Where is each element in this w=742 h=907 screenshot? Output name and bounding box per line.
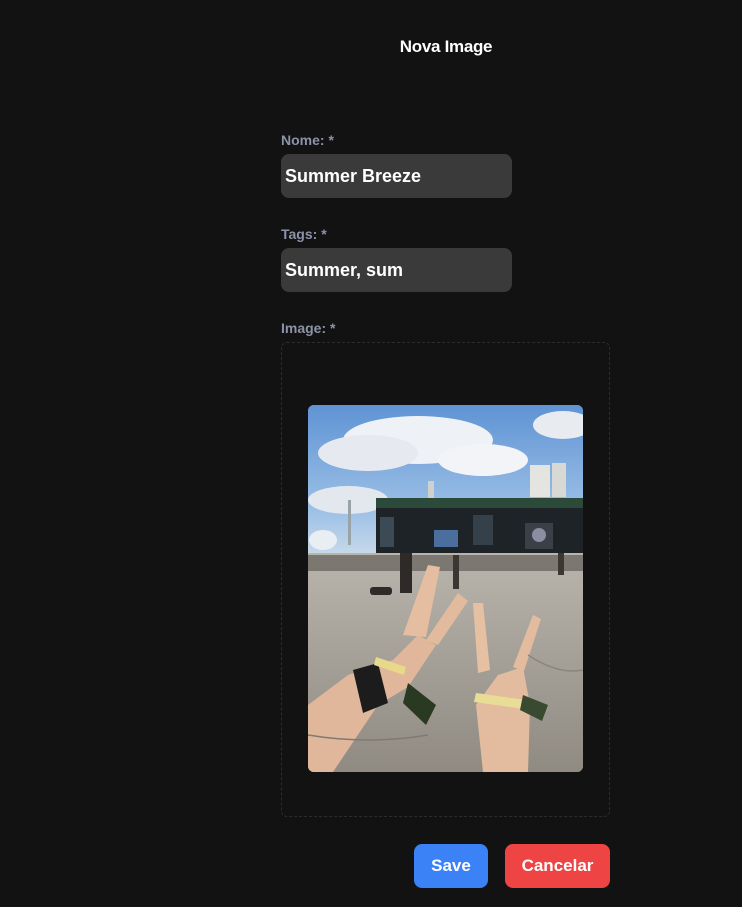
tags-field: Tags: * [281, 225, 611, 292]
name-label: Nome: * [281, 132, 334, 148]
image-label: Image: * [281, 320, 336, 336]
page-title: Nova Image [399, 37, 493, 56]
name-field: Nome: * [281, 131, 611, 198]
tags-label: Tags: * [281, 226, 327, 242]
new-image-page: Nova Image Nome: * Tags: * Image: * [0, 0, 742, 907]
image-field: Image: * [281, 319, 611, 817]
name-input[interactable] [281, 154, 512, 198]
new-image-form: Nome: * Tags: * Image: * [281, 131, 611, 817]
save-button[interactable]: Save [414, 844, 488, 888]
cancel-button[interactable]: Cancelar [505, 844, 610, 888]
tags-input[interactable] [281, 248, 512, 292]
image-preview [308, 405, 583, 772]
image-dropzone[interactable] [281, 342, 610, 817]
